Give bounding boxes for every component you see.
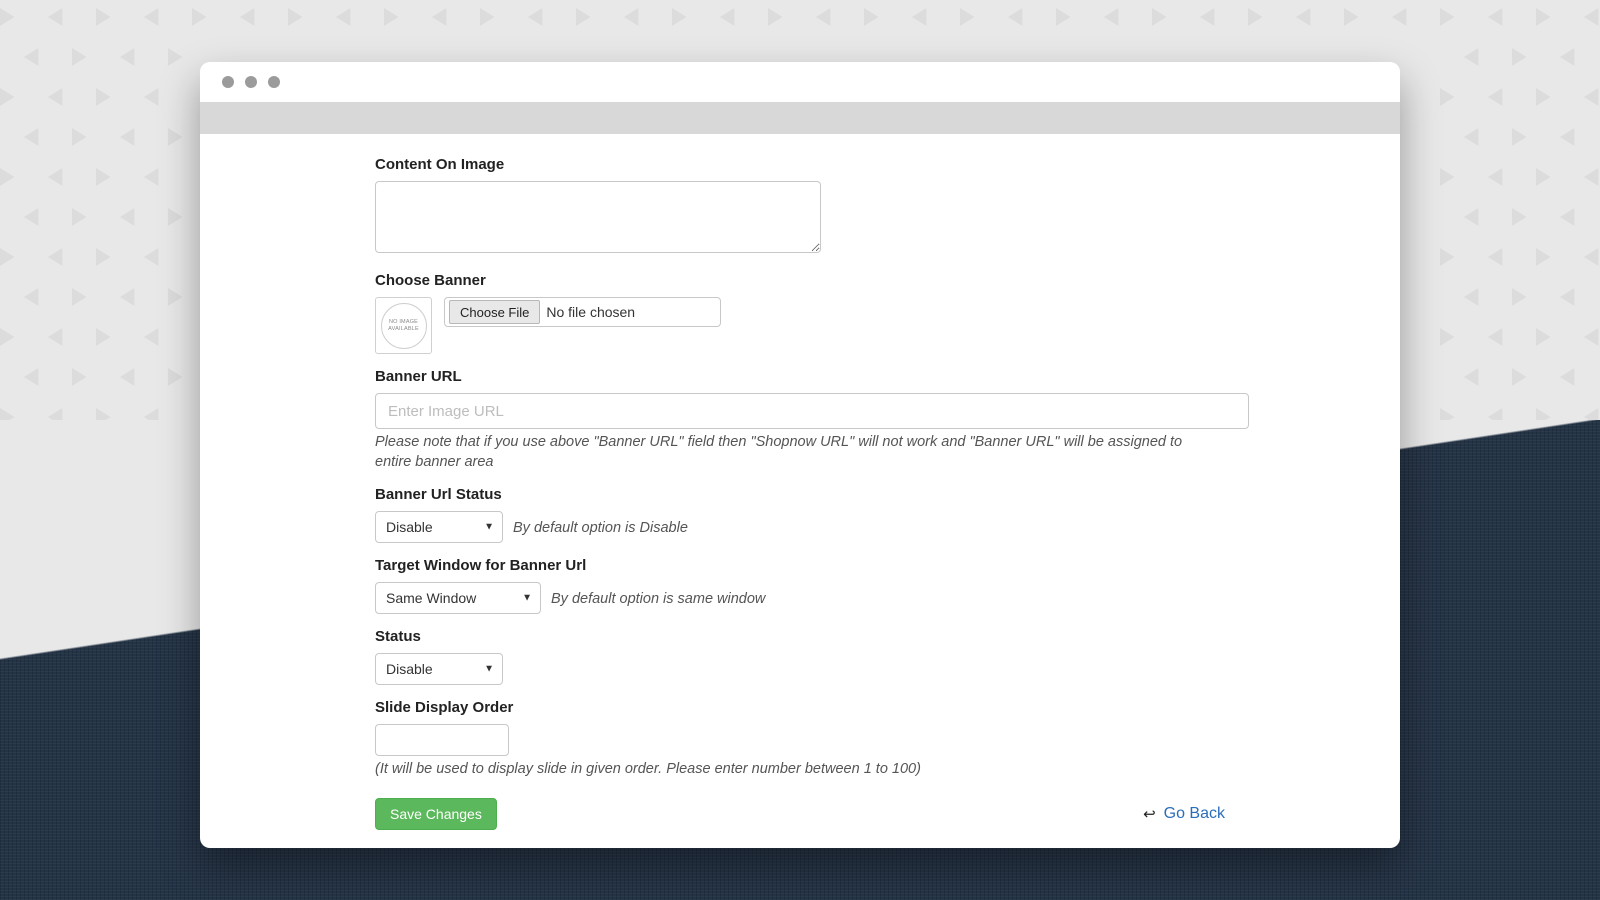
content-on-image-label: Content On Image — [375, 156, 1225, 173]
banner-url-hint: Please note that if you use above "Banne… — [375, 433, 1215, 472]
target-window-label: Target Window for Banner Url — [375, 557, 1225, 574]
save-button[interactable]: Save Changes — [375, 798, 497, 830]
file-chosen-text: No file chosen — [546, 304, 635, 320]
traffic-light-min[interactable] — [245, 76, 257, 88]
traffic-light-max[interactable] — [268, 76, 280, 88]
slide-order-label: Slide Display Order — [375, 699, 1225, 716]
no-image-icon: NO IMAGE AVAILABLE — [381, 303, 427, 349]
target-window-hint: By default option is same window — [551, 590, 765, 610]
slide-order-input[interactable] — [375, 724, 509, 756]
chevron-down-icon: ▼ — [484, 522, 494, 533]
go-back-link[interactable]: ↩ Go Back — [1143, 805, 1225, 823]
status-label: Status — [375, 628, 1225, 645]
target-window-select[interactable]: Same Window ▼ — [375, 582, 541, 614]
content-on-image-input[interactable] — [375, 181, 821, 253]
form-content: Content On Image Choose Banner NO IMAGE … — [200, 134, 1400, 848]
choose-banner-label: Choose Banner — [375, 272, 1225, 289]
browser-window: Content On Image Choose Banner NO IMAGE … — [200, 62, 1400, 848]
status-value: Disable — [386, 661, 433, 677]
slide-order-hint: (It will be used to display slide in giv… — [375, 760, 1225, 780]
window-titlebar — [200, 62, 1400, 102]
banner-url-status-value: Disable — [386, 519, 433, 535]
go-back-text: Go Back — [1164, 805, 1225, 823]
chevron-down-icon: ▼ — [522, 593, 532, 604]
banner-url-status-select[interactable]: Disable ▼ — [375, 511, 503, 543]
banner-url-status-label: Banner Url Status — [375, 486, 1225, 503]
traffic-light-close[interactable] — [222, 76, 234, 88]
window-toolbar — [200, 102, 1400, 134]
banner-url-input[interactable] — [375, 393, 1249, 429]
banner-thumbnail: NO IMAGE AVAILABLE — [375, 297, 432, 354]
file-input[interactable]: Choose File No file chosen — [444, 297, 721, 327]
status-select[interactable]: Disable ▼ — [375, 653, 503, 685]
banner-url-label: Banner URL — [375, 368, 1225, 385]
target-window-value: Same Window — [386, 590, 476, 606]
choose-file-button[interactable]: Choose File — [449, 300, 540, 324]
chevron-down-icon: ▼ — [484, 664, 494, 675]
reply-arrow-icon: ↩ — [1143, 805, 1156, 823]
banner-url-status-hint: By default option is Disable — [513, 519, 688, 539]
